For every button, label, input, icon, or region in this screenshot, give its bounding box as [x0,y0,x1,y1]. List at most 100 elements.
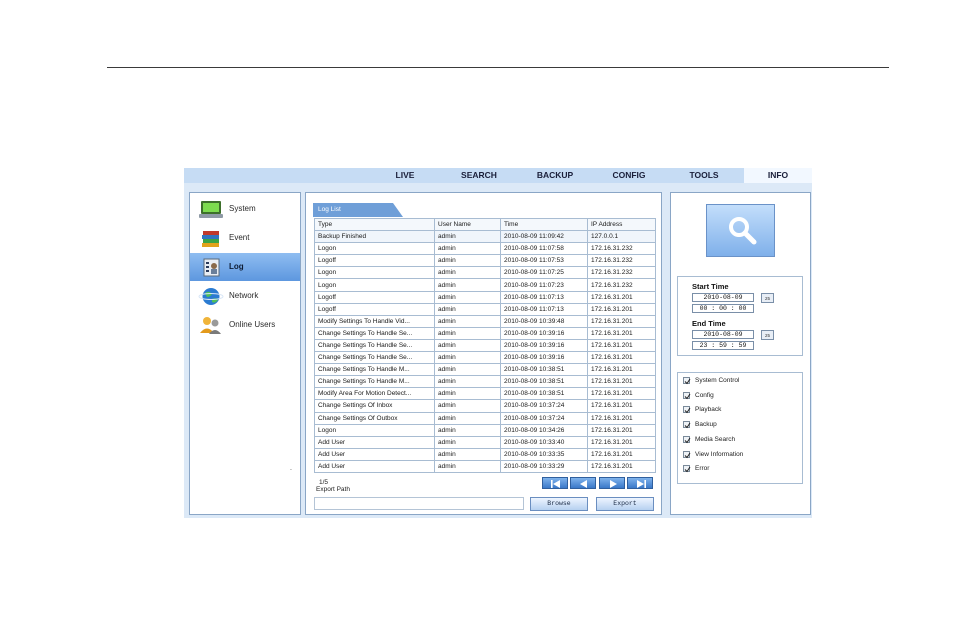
user-name-cell: admin [434,338,501,353]
table-row[interactable]: Logon admin 2010-08-09 11:07:25 172.16.31.2… [314,266,656,280]
time-cell: 2010-08-09 10:39:48 [500,314,588,328]
column-header-user-name[interactable]: User Name [434,217,501,232]
checkbox[interactable] [683,392,691,400]
sidebar-item-online-users[interactable]: Online Users [190,311,300,339]
end-date-field[interactable]: 2010-08-09 [692,330,754,339]
log-type-cell: Modify Settings To Handle Vid... [314,314,435,328]
table-row[interactable]: Logoff admin 2010-08-09 11:07:13 172.16.31.… [314,290,656,304]
time-range-box: Start Time 2010-08-09 25 00 : 00 : 00 En… [677,276,803,356]
tab-backup[interactable]: BACKUP [530,168,580,183]
ip-address-cell: 172.16.31.201 [587,363,656,377]
prev-page-button[interactable] [570,477,596,489]
table-row[interactable]: Change Settings To Handle Se... admin 2010… [314,338,656,353]
export-path-input[interactable] [314,497,524,510]
ip-address-cell: 172.16.31.201 [587,423,656,437]
filter-label: Config [695,392,714,399]
ip-address-cell: 172.16.31.201 [587,399,656,413]
start-calendar-button[interactable]: 25 [761,293,774,303]
column-header-type[interactable]: Type [314,217,435,232]
time-cell: 2010-08-09 10:39:16 [500,351,588,365]
table-row[interactable]: Logon admin 2010-08-09 11:07:58 172.16.31.2… [314,242,656,256]
table-row[interactable]: Backup Finished admin 2010-08-09 11:09:42 1… [314,230,656,244]
ip-address-cell: 172.16.31.201 [587,290,656,304]
books-icon [198,229,224,248]
start-clock-field[interactable]: 00 : 00 : 00 [692,304,754,313]
user-name-cell: admin [434,266,501,280]
start-time-label: Start Time [692,282,729,291]
user-name-cell: admin [434,278,501,292]
user-name-cell: admin [434,423,501,437]
table-row[interactable]: Change Settings To Handle M... admin 2010-… [314,363,656,377]
table-row[interactable]: Modify Area For Motion Detect... admin 201… [314,387,656,401]
checkbox[interactable] [683,436,691,444]
time-cell: 2010-08-09 10:38:51 [500,375,588,389]
dvr-info-window: LIVE SEARCH BACKUP CONFIG TOOLS INFO Sys… [184,168,812,518]
table-row[interactable]: Logon admin 2010-08-09 11:07:23 172.16.31.2… [314,278,656,292]
next-page-button[interactable] [599,477,625,489]
checkbox[interactable] [683,465,691,473]
ip-address-cell: 172.16.31.201 [587,411,656,425]
search-button[interactable] [706,204,775,257]
tab-info[interactable]: INFO [744,168,812,183]
end-clock-field[interactable]: 23 : 59 : 59 [692,341,754,350]
ip-address-cell: 172.16.31.201 [587,326,656,340]
user-name-cell: admin [434,302,501,316]
table-row[interactable]: Change Settings To Handle Se... admin 2010… [314,326,656,340]
log-list-tab-label: Log List [318,206,341,213]
table-row[interactable]: Change Settings Of Inbox admin 2010-08-09 … [314,399,656,413]
prev-page-icon [580,480,587,488]
time-cell: 2010-08-09 11:07:13 [500,290,588,304]
log-type-cell: Logon [314,242,435,256]
browse-button[interactable]: Browse [530,497,588,511]
checkbox[interactable] [683,421,691,429]
time-cell: 2010-08-09 10:33:40 [500,435,588,449]
last-page-button[interactable] [627,477,653,489]
log-type-cell: Add User [314,435,435,449]
tab-tools[interactable]: TOOLS [680,168,728,183]
user-name-cell: admin [434,375,501,389]
checkbox[interactable] [683,406,691,414]
ip-address-cell: 172.16.31.201 [587,435,656,449]
checkbox[interactable] [683,451,691,459]
table-row[interactable]: Add User admin 2010-08-09 10:33:40 172.16.3… [314,435,656,449]
user-name-cell: admin [434,447,501,461]
column-header-time[interactable]: Time [500,217,588,232]
column-header-ip-address[interactable]: IP Address [587,217,656,232]
log-type-cell: Change Settings To Handle Se... [314,326,435,340]
table-row[interactable]: Change Settings To Handle M... admin 2010-… [314,375,656,389]
table-row[interactable]: Logon admin 2010-08-09 10:34:26 172.16.31.2… [314,423,656,437]
sidebar-item-network[interactable]: Network [190,282,300,310]
user-name-cell: admin [434,314,501,328]
log-list-tab[interactable]: Log List [313,203,403,217]
filter-label: Media Search [695,436,736,443]
table-row[interactable]: Add User admin 2010-08-09 10:33:35 172.16.3… [314,447,656,461]
first-page-button[interactable] [542,477,568,489]
table-row[interactable]: Modify Settings To Handle Vid... admin 201… [314,314,656,328]
end-calendar-button[interactable]: 25 [761,330,774,340]
table-row[interactable]: Add User admin 2010-08-09 10:33:29 172.16.3… [314,459,656,473]
log-type-cell: Add User [314,459,435,473]
table-row[interactable]: Change Settings Of Outbox admin 2010-08-09… [314,411,656,425]
sidebar-item-log[interactable]: Log [190,253,300,281]
tab-search[interactable]: SEARCH [454,168,504,183]
time-cell: 2010-08-09 10:33:29 [500,459,588,473]
sidebar-item-event[interactable]: Event [190,224,300,252]
table-row[interactable]: Logoff admin 2010-08-09 11:07:13 172.16.31.… [314,302,656,316]
table-row[interactable]: Logoff admin 2010-08-09 11:07:53 172.16.31.… [314,254,656,268]
user-name-cell: admin [434,254,501,268]
filter-label: Playback [695,406,722,413]
table-row[interactable]: Change Settings To Handle Se... admin 2010… [314,351,656,365]
checkbox[interactable] [683,377,691,385]
log-icon [198,258,224,277]
ip-address-cell: 172.16.31.201 [587,302,656,316]
tab-live[interactable]: LIVE [384,168,426,183]
export-button[interactable]: Export [596,497,654,511]
sidebar-item-label: Network [229,291,259,300]
tab-config[interactable]: CONFIG [604,168,654,183]
time-cell: 2010-08-09 11:07:25 [500,266,588,280]
ip-address-cell: 172.16.31.232 [587,254,656,268]
log-type-cell: Change Settings To Handle M... [314,363,435,377]
sidebar-item-system[interactable]: System [190,195,300,223]
user-name-cell: admin [434,326,501,340]
start-date-field[interactable]: 2010-08-09 [692,293,754,302]
